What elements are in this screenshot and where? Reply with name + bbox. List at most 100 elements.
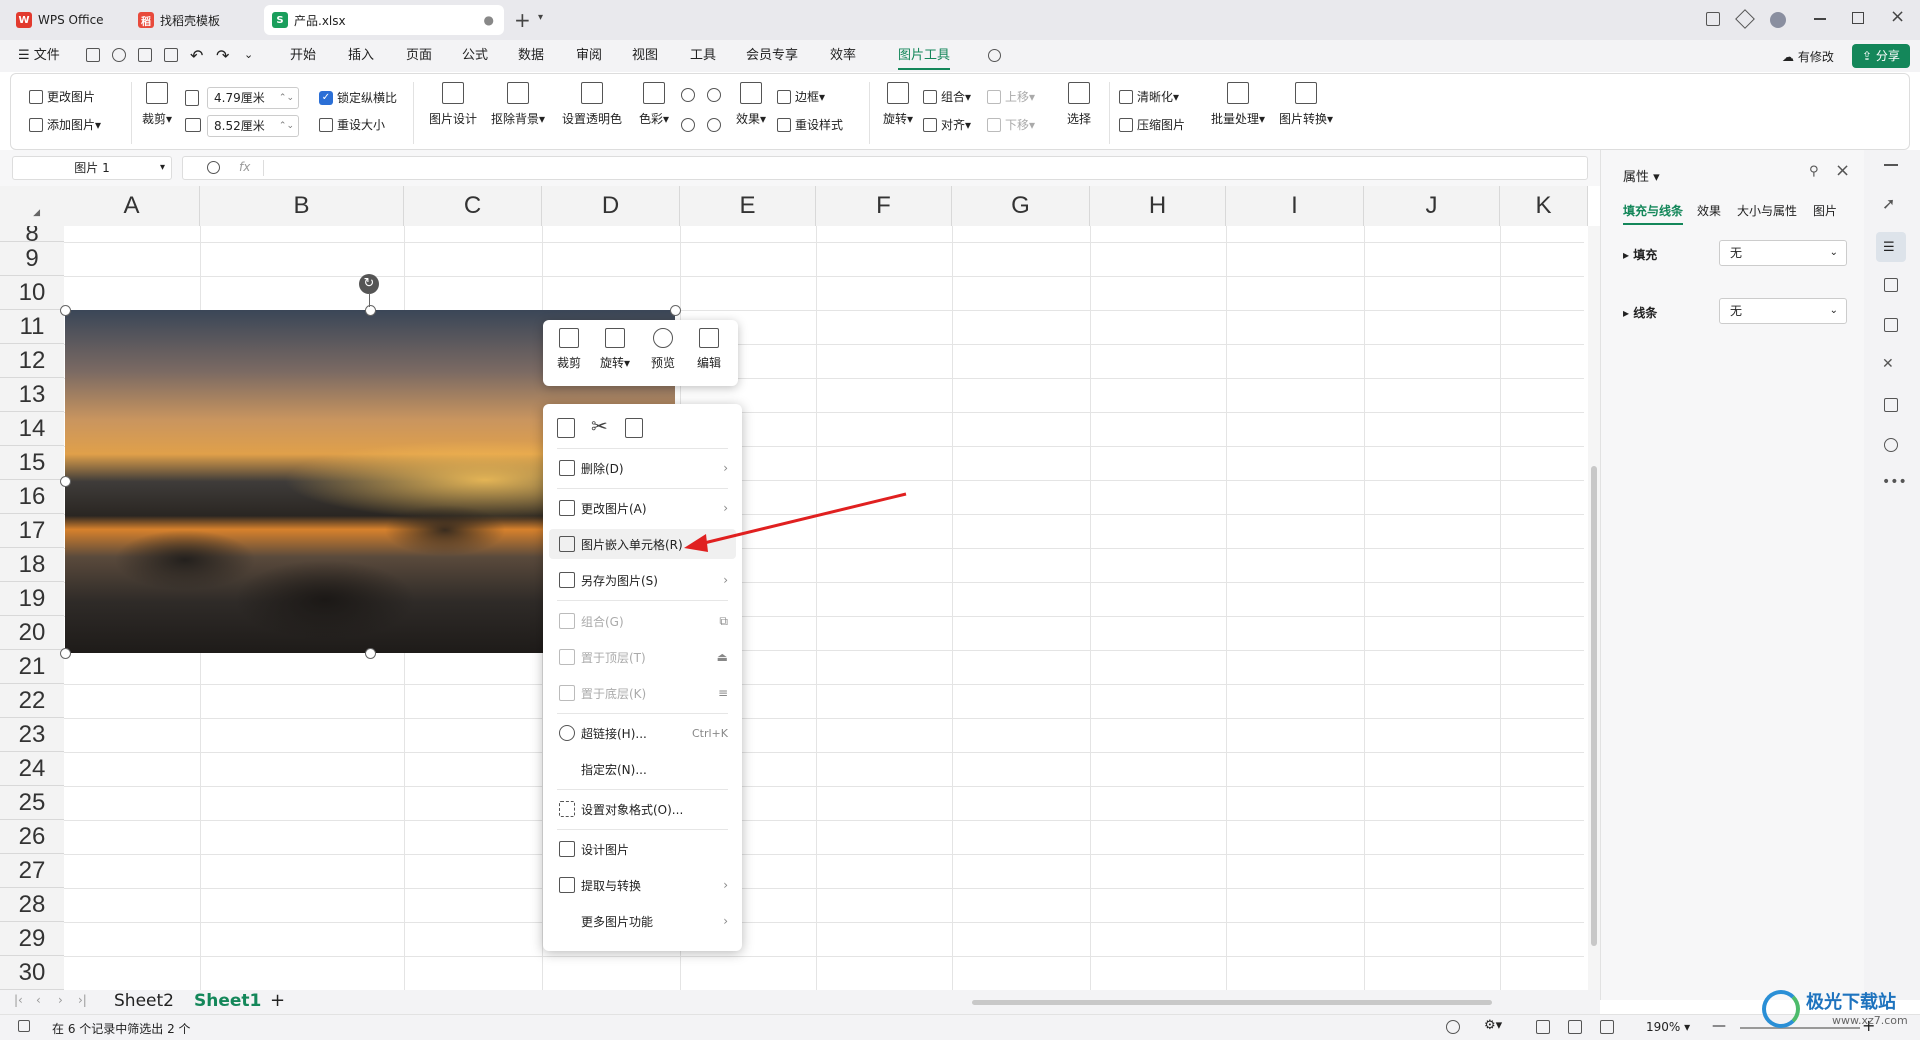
menu-data[interactable]: 数据 [518, 40, 544, 72]
vertical-scrollbar[interactable] [1588, 226, 1600, 990]
column-header-e[interactable]: E [680, 186, 816, 226]
menu-tools[interactable]: 工具 [690, 40, 716, 72]
tab-wps-office[interactable]: W WPS Office [8, 5, 124, 35]
rotate-button[interactable]: 旋转▾ [877, 82, 919, 127]
column-header-g[interactable]: G [952, 186, 1090, 226]
row-header-17[interactable]: 17 [0, 514, 64, 548]
share-button[interactable]: ⇪ 分享 [1852, 44, 1910, 68]
column-header-c[interactable]: C [404, 186, 542, 226]
fill-section[interactable]: ▸ 填充 [1623, 246, 1657, 263]
menu-formula[interactable]: 公式 [462, 40, 488, 72]
page-layout-icon[interactable] [1568, 1020, 1582, 1034]
tab-effect[interactable]: 效果 [1697, 202, 1721, 219]
cut-icon[interactable]: ✂ [591, 414, 608, 438]
pin-icon[interactable]: ⚲ [1809, 164, 1819, 179]
menu-item-delete[interactable]: 删除(D) › [543, 453, 742, 483]
search-icon[interactable] [988, 49, 1001, 62]
prev-sheet-icon[interactable]: ‹ [36, 993, 41, 1007]
menu-item-hyperlink[interactable]: 超链接(H)... Ctrl+K [543, 718, 742, 748]
mini-preview-button[interactable]: 预览 [641, 328, 685, 371]
review-icon[interactable] [1884, 398, 1898, 412]
menu-item-more-picture-functions[interactable]: 更多图片功能 › [543, 906, 742, 936]
row-header-28[interactable]: 28 [0, 888, 64, 922]
column-header-b[interactable]: B [200, 186, 404, 226]
row-header-10[interactable]: 10 [0, 276, 64, 310]
copy-icon[interactable] [557, 418, 575, 438]
help-icon[interactable] [1884, 438, 1898, 452]
row-header-19[interactable]: 19 [0, 582, 64, 616]
menu-picture-tools[interactable]: 图片工具 [898, 40, 951, 70]
add-picture-button[interactable]: 添加图片 ▾ [29, 116, 101, 133]
collapse-icon[interactable] [1884, 164, 1898, 166]
cube-icon[interactable] [1735, 9, 1755, 29]
minimize-icon[interactable] [1814, 18, 1826, 20]
column-header-j[interactable]: J [1364, 186, 1500, 226]
tab-size-properties[interactable]: 大小与属性 [1737, 202, 1797, 219]
save-icon[interactable] [86, 48, 100, 62]
menu-file[interactable]: ☰ 文件 [18, 40, 60, 72]
window-icon[interactable] [1706, 12, 1720, 26]
reset-size-button[interactable]: 重设大小 [319, 116, 385, 133]
row-header-29[interactable]: 29 [0, 922, 64, 956]
search-doc-icon[interactable] [112, 48, 126, 62]
column-header-h[interactable]: H [1090, 186, 1226, 226]
tab-active-file[interactable]: S 产品.xlsx ● [264, 5, 504, 35]
menu-page[interactable]: 页面 [406, 40, 432, 72]
scroll-thumb[interactable] [1591, 466, 1597, 946]
print-preview-icon[interactable] [164, 48, 178, 62]
row-header-30[interactable]: 30 [0, 956, 64, 990]
menu-member[interactable]: 会员专享 [746, 40, 798, 72]
compress-picture-button[interactable]: 压缩图片 [1119, 116, 1185, 133]
select-button[interactable]: 选择 [1059, 82, 1099, 127]
menu-item-bring-to-front[interactable]: 置于顶层(T) ⏏ [543, 642, 742, 672]
menu-insert[interactable]: 插入 [348, 40, 374, 72]
redo-icon[interactable]: ↷ [216, 46, 229, 65]
change-picture-button[interactable]: 更改图片 [29, 88, 95, 105]
row-header-12[interactable]: 12 [0, 344, 64, 378]
restore-icon[interactable] [1852, 12, 1864, 24]
effect-button[interactable]: 效果▾ [729, 82, 773, 127]
more-chevron-icon[interactable]: ⌄ [244, 48, 253, 61]
select-cursor-icon[interactable]: ➚ [1882, 194, 1895, 213]
contrast-up-icon[interactable] [707, 88, 721, 102]
mini-rotate-button[interactable]: 旋转▾ [593, 328, 637, 371]
rotate-handle-icon[interactable]: ↻ [359, 274, 379, 294]
menu-item-group[interactable]: 组合(G) ⧉ [543, 606, 742, 636]
menu-item-extract-convert[interactable]: 提取与转换 › [543, 870, 742, 900]
color-button[interactable]: 色彩▾ [631, 82, 677, 127]
zoom-formula-icon[interactable] [207, 161, 220, 174]
sheet-tab-sheet1[interactable]: Sheet1 [194, 991, 261, 1011]
undo-icon[interactable]: ↶ [190, 46, 203, 65]
row-header-11[interactable]: 11 [0, 310, 64, 344]
picture-edit-icon[interactable] [1884, 318, 1898, 332]
select-all-corner[interactable]: ◢ [0, 186, 64, 226]
page-break-icon[interactable] [1600, 1020, 1614, 1034]
brightness-down-icon[interactable] [681, 118, 695, 132]
picture-convert-button[interactable]: 图片转换▾ [1275, 82, 1337, 127]
border-button[interactable]: 边框 ▾ [777, 88, 825, 105]
mini-crop-button[interactable]: 裁剪 [547, 328, 591, 371]
column-header-a[interactable]: A [64, 186, 200, 226]
batch-process-button[interactable]: 批量处理▾ [1207, 82, 1269, 127]
row-header-27[interactable]: 27 [0, 854, 64, 888]
sheet-tab-sheet2[interactable]: Sheet2 [114, 991, 174, 1011]
column-header-f[interactable]: F [816, 186, 952, 226]
resize-handle-bottom[interactable] [365, 648, 376, 659]
chevron-down-icon[interactable]: ▾ [538, 12, 543, 23]
crop-button[interactable]: 裁剪▾ [137, 82, 177, 127]
set-transparent-button[interactable]: 设置透明色 [557, 82, 627, 127]
first-sheet-icon[interactable]: |‹ [14, 993, 23, 1007]
row-header-15[interactable]: 15 [0, 446, 64, 480]
row-header-8[interactable]: 8 [0, 226, 64, 242]
menu-item-send-to-back[interactable]: 置于底层(K) ≡ [543, 678, 742, 708]
tab-fill-line[interactable]: 填充与线条 [1623, 202, 1684, 225]
contrast-down-icon[interactable] [707, 118, 721, 132]
resize-handle-top-right[interactable] [670, 305, 681, 316]
properties-sidebar-button[interactable]: ☰ [1876, 232, 1906, 262]
menu-view[interactable]: 视图 [632, 40, 658, 72]
panel-title[interactable]: 属性 ▾ [1623, 166, 1660, 185]
line-select[interactable]: 无 ⌄ [1719, 298, 1847, 324]
align-button[interactable]: 对齐 ▾ [923, 116, 971, 133]
brightness-up-icon[interactable] [681, 88, 695, 102]
group-button[interactable]: 组合 ▾ [923, 88, 971, 105]
